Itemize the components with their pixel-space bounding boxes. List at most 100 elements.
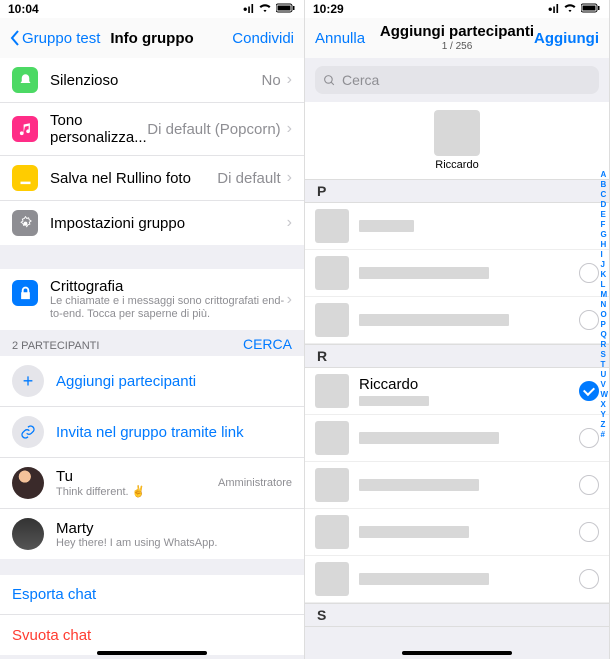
back-label: Gruppo test <box>22 30 100 47</box>
member-status: Think different. ✌️ <box>56 485 218 498</box>
alpha-L[interactable]: L <box>600 280 608 290</box>
wifi-icon <box>258 2 272 16</box>
alpha-O[interactable]: O <box>600 310 608 320</box>
alpha-R[interactable]: R <box>600 340 608 350</box>
alpha-H[interactable]: H <box>600 240 608 250</box>
home-indicator[interactable] <box>97 651 207 655</box>
contact-row[interactable] <box>305 556 609 603</box>
radio-unchecked[interactable] <box>579 263 599 283</box>
export-chat-button[interactable]: Esporta chat <box>0 575 304 615</box>
alpha-S[interactable]: S <box>600 350 608 360</box>
invite-link-button[interactable]: Invita nel gruppo tramite link <box>0 407 304 458</box>
member-name: Tu <box>56 468 218 485</box>
download-icon <box>12 165 38 191</box>
avatar <box>315 468 349 502</box>
alpha-C[interactable]: C <box>600 190 608 200</box>
redacted-name <box>359 267 489 279</box>
alpha-Q[interactable]: Q <box>600 330 608 340</box>
alpha-#[interactable]: # <box>600 430 608 440</box>
radio-unchecked[interactable] <box>579 310 599 330</box>
back-button[interactable]: Gruppo test <box>10 30 100 47</box>
alpha-B[interactable]: B <box>600 180 608 190</box>
alpha-I[interactable]: I <box>600 250 608 260</box>
alpha-W[interactable]: W <box>600 390 608 400</box>
status-time: 10:04 <box>8 2 39 16</box>
battery-icon <box>581 2 601 16</box>
contact-row[interactable] <box>305 297 609 344</box>
lock-icon <box>12 280 38 306</box>
alpha-J[interactable]: J <box>600 260 608 270</box>
chevron-right-icon: › <box>287 169 292 187</box>
cancel-button[interactable]: Annulla <box>315 30 365 47</box>
clear-chat-button[interactable]: Svuota chat <box>0 615 304 655</box>
alpha-Y[interactable]: Y <box>600 410 608 420</box>
contact-row[interactable] <box>305 415 609 462</box>
share-button[interactable]: Condividi <box>232 30 294 47</box>
alpha-index[interactable]: ABCDEFGHIJKLMNOPQRSTUVWXYZ# <box>600 170 608 440</box>
member-row[interactable]: Marty Hey there! I am using WhatsApp. <box>0 509 304 559</box>
member-role: Amministratore <box>218 477 292 489</box>
row-value: Di default <box>217 170 280 187</box>
alpha-X[interactable]: X <box>600 400 608 410</box>
add-participants-button[interactable]: + Aggiungi partecipanti <box>0 356 304 407</box>
alpha-U[interactable]: U <box>600 370 608 380</box>
search-participants-button[interactable]: CERCA <box>243 336 292 352</box>
selected-contact-chip[interactable]: Riccardo <box>305 102 609 179</box>
alpha-M[interactable]: M <box>600 290 608 300</box>
radio-unchecked[interactable] <box>579 475 599 495</box>
alpha-A[interactable]: A <box>600 170 608 180</box>
redacted-name <box>359 479 479 491</box>
search-input[interactable]: Cerca <box>315 66 599 94</box>
row-label: Salva nel Rullino foto <box>50 170 217 187</box>
silent-row[interactable]: Silenzioso No › <box>0 58 304 103</box>
alpha-N[interactable]: N <box>600 300 608 310</box>
plus-icon: + <box>12 365 44 397</box>
status-bar: 10:04 •ıl <box>0 0 304 18</box>
radio-unchecked[interactable] <box>579 569 599 589</box>
redacted-name <box>359 220 414 232</box>
alpha-K[interactable]: K <box>600 270 608 280</box>
chevron-right-icon: › <box>287 291 292 309</box>
participants-header: 2 PARTECIPANTI CERCA <box>0 330 304 356</box>
alpha-Z[interactable]: Z <box>600 420 608 430</box>
contact-row[interactable] <box>305 509 609 556</box>
avatar <box>434 110 480 156</box>
signal-icon: •ıl <box>548 2 559 16</box>
alpha-G[interactable]: G <box>600 230 608 240</box>
tone-row[interactable]: Tono personalizza... Di default (Popcorn… <box>0 103 304 156</box>
nav-bar: Gruppo test Info gruppo Condividi <box>0 18 304 58</box>
group-info-screen: 10:04 •ıl Gruppo test Info gruppo Condiv… <box>0 0 305 659</box>
avatar <box>315 209 349 243</box>
alpha-V[interactable]: V <box>600 380 608 390</box>
encryption-row[interactable]: Crittografia Le chiamate e i messaggi so… <box>0 269 304 330</box>
redacted-name <box>359 314 509 326</box>
member-row[interactable]: Tu Think different. ✌️ Amministratore <box>0 458 304 509</box>
alpha-D[interactable]: D <box>600 200 608 210</box>
radio-checked[interactable] <box>579 381 599 401</box>
avatar <box>315 421 349 455</box>
contact-row[interactable] <box>305 203 609 250</box>
home-indicator[interactable] <box>402 651 512 655</box>
radio-unchecked[interactable] <box>579 428 599 448</box>
add-button[interactable]: Aggiungi <box>534 30 599 47</box>
contact-row[interactable] <box>305 462 609 509</box>
contact-row[interactable] <box>305 250 609 297</box>
gear-icon <box>12 210 38 236</box>
contact-row-riccardo[interactable]: Riccardo <box>305 368 609 415</box>
save-camera-roll-row[interactable]: Salva nel Rullino foto Di default › <box>0 156 304 201</box>
alpha-F[interactable]: F <box>600 220 608 230</box>
add-participants-screen: 10:29 •ıl Annulla Aggiungi partecipanti … <box>305 0 610 659</box>
alpha-P[interactable]: P <box>600 320 608 330</box>
link-icon <box>12 416 44 448</box>
alpha-T[interactable]: T <box>600 360 608 370</box>
nav-bar: Annulla Aggiungi partecipanti 1 / 256 Ag… <box>305 18 609 58</box>
row-value: Di default (Popcorn) <box>147 121 280 138</box>
radio-unchecked[interactable] <box>579 522 599 542</box>
alpha-E[interactable]: E <box>600 210 608 220</box>
avatar <box>315 256 349 290</box>
battery-icon <box>276 2 296 16</box>
signal-icon: •ıl <box>243 2 254 16</box>
section-header-R: R <box>305 344 609 368</box>
section-header-P: P <box>305 179 609 203</box>
group-settings-row[interactable]: Impostazioni gruppo › <box>0 201 304 245</box>
